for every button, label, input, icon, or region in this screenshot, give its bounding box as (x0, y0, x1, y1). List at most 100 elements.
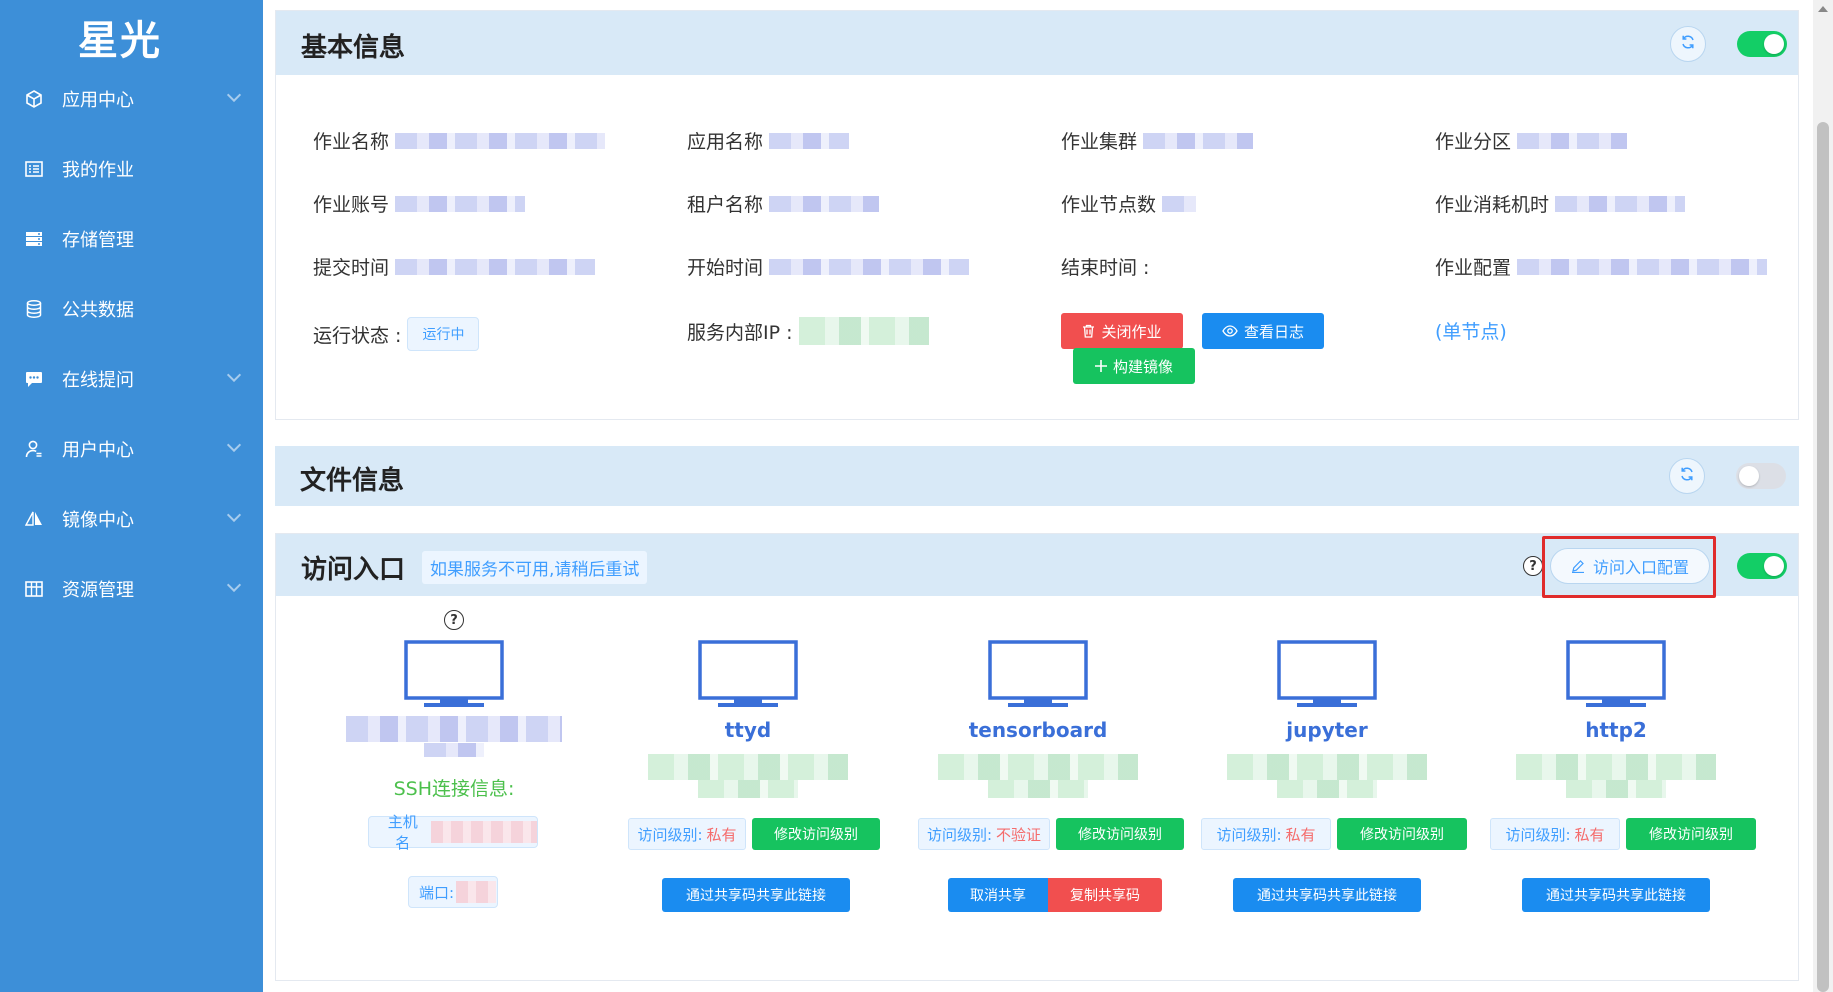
eye-icon (1222, 325, 1238, 337)
scroll-up-arrow-icon[interactable] (1818, 6, 1828, 12)
modify-access-level-button[interactable]: 修改访问级别 (1626, 818, 1756, 850)
redacted-link (938, 754, 1138, 780)
redacted-value (1555, 195, 1686, 212)
level-label: 访问级别: (1216, 825, 1282, 844)
retry-hint: 如果服务不可用,请稍后重试 (422, 551, 648, 584)
build-image-button[interactable]: 构建镜像 (1073, 348, 1195, 384)
sidebar-item-label: 存储管理 (62, 230, 134, 251)
ssh-port-tag: 端口: (408, 876, 498, 908)
single-node-label: (单节点) (1435, 321, 1507, 343)
database-icon (22, 297, 46, 321)
refresh-button[interactable] (1670, 26, 1706, 62)
entry-name[interactable]: jupyter (1207, 718, 1447, 742)
edit-icon (1571, 559, 1585, 573)
chevron-down-icon (226, 507, 242, 523)
level-label: 访问级别: (1505, 825, 1571, 844)
chevron-down-icon (226, 437, 242, 453)
field-label: 作业名称 (313, 131, 390, 153)
redacted-link (698, 780, 798, 798)
sidebar-item-user-center[interactable]: 用户中心 (0, 414, 263, 484)
toggle-knob (1764, 556, 1784, 576)
sidebar-item-label: 在线提问 (62, 370, 134, 391)
close-job-button[interactable]: 关闭作业 (1061, 313, 1183, 349)
access-level-badge: 访问级别: 私有 (1201, 818, 1331, 850)
button-label: 查看日志 (1243, 322, 1304, 341)
scrollbar-thumb[interactable] (1817, 122, 1829, 992)
field-internal-ip: 服务内部IP : (687, 317, 929, 345)
modify-access-level-button[interactable]: 修改访问级别 (1056, 818, 1184, 850)
redacted-value (1143, 132, 1254, 149)
toggle-knob (1764, 34, 1784, 54)
sidebar-item-my-jobs[interactable]: 我的作业 (0, 134, 263, 204)
access-entry-ttyd: ttyd 访问级别: 私有 修改访问级别 通过共享码共享此链接 (628, 640, 880, 940)
storage-icon (22, 227, 46, 251)
sidebar-item-resource-mgmt[interactable]: 资源管理 (0, 554, 263, 624)
entry-name[interactable]: http2 (1496, 718, 1736, 742)
modify-access-level-button[interactable]: 修改访问级别 (1337, 818, 1467, 850)
redacted-link (1566, 780, 1666, 798)
help-icon[interactable]: ? (1523, 556, 1543, 576)
access-level-badge: 访问级别: 私有 (1490, 818, 1620, 850)
modify-access-level-button[interactable]: 修改访问级别 (752, 818, 880, 850)
field-app-name: 应用名称 (687, 127, 850, 154)
field-partition: 作业分区 (1435, 127, 1628, 154)
cancel-share-button[interactable]: 取消共享 (948, 878, 1048, 912)
toggle-knob (1739, 466, 1759, 486)
access-entry-tensorboard: tensorboard 访问级别: 不验证 修改访问级别 取消共享 复制共享码 (918, 640, 1184, 940)
redacted-value (1517, 258, 1768, 275)
field-label: 开始时间 (687, 257, 764, 279)
ssh-host-tag: 主机名 (368, 813, 538, 852)
access-title: 访问入口 (301, 555, 406, 585)
chevron-down-icon (226, 87, 242, 103)
ssh-info-label: SSH连接信息: (393, 778, 515, 800)
access-toggle[interactable] (1737, 553, 1787, 579)
field-job-config: 作业配置 (1435, 253, 1768, 280)
field-machine-time: 作业消耗机时 (1435, 190, 1686, 217)
sidebar-item-app-center[interactable]: 应用中心 (0, 64, 263, 134)
level-label: 访问级别: (637, 825, 703, 844)
field-label: 结束时间 : (1061, 257, 1150, 279)
chevron-down-icon (226, 577, 242, 593)
access-level-badge: 访问级别: 不验证 (918, 818, 1050, 850)
access-config-button[interactable]: 访问入口配置 (1550, 548, 1710, 584)
redacted-link (988, 780, 1088, 798)
redacted-value (769, 132, 850, 149)
share-via-code-button[interactable]: 通过共享码共享此链接 (662, 878, 850, 912)
trash-icon (1082, 324, 1095, 338)
basic-info-card: 基本信息 作业名称 应用名称 作业集群 作业分区 作业账号 租户名称 作业节点数… (275, 10, 1799, 420)
sidebar-item-online-qa[interactable]: 在线提问 (0, 344, 263, 414)
entry-name[interactable]: tensorboard (918, 718, 1158, 742)
field-submit-time: 提交时间 (313, 253, 596, 280)
view-log-button[interactable]: 查看日志 (1202, 313, 1324, 349)
redacted-value (395, 195, 526, 212)
button-label: 访问入口配置 (1592, 558, 1689, 577)
field-label: 应用名称 (687, 131, 764, 153)
field-label: 作业配置 (1435, 257, 1512, 279)
copy-share-code-button[interactable]: 复制共享码 (1048, 878, 1162, 912)
redacted-link (648, 754, 848, 780)
field-end-time: 结束时间 : (1061, 253, 1149, 280)
share-via-code-button[interactable]: 通过共享码共享此链接 (1522, 878, 1710, 912)
redacted-value (430, 821, 537, 843)
button-label: 关闭作业 (1101, 322, 1162, 341)
monitor-icon (698, 640, 798, 707)
vertical-scrollbar[interactable] (1813, 0, 1833, 992)
share-via-code-button[interactable]: 通过共享码共享此链接 (1233, 878, 1421, 912)
level-value: 不验证 (996, 825, 1042, 844)
refresh-icon (1680, 34, 1696, 54)
main-content: 基本信息 作业名称 应用名称 作业集群 作业分区 作业账号 租户名称 作业节点数… (263, 0, 1813, 992)
refresh-button[interactable] (1669, 458, 1705, 494)
sidebar-item-image-center[interactable]: 镜像中心 (0, 484, 263, 554)
port-label: 端口: (419, 883, 455, 902)
basic-info-toggle[interactable] (1737, 31, 1787, 57)
redacted-value (346, 716, 562, 742)
cube-icon (22, 87, 46, 111)
sidebar-item-public-data[interactable]: 公共数据 (0, 274, 263, 344)
monitor-icon (1566, 640, 1666, 707)
field-run-status: 运行状态 : 运行中 (313, 317, 480, 351)
sidebar-item-storage[interactable]: 存储管理 (0, 204, 263, 274)
entry-name[interactable]: ttyd (628, 718, 868, 742)
help-icon[interactable]: ? (444, 610, 464, 630)
file-info-toggle[interactable] (1736, 463, 1786, 489)
status-badge: 运行中 (407, 317, 480, 351)
